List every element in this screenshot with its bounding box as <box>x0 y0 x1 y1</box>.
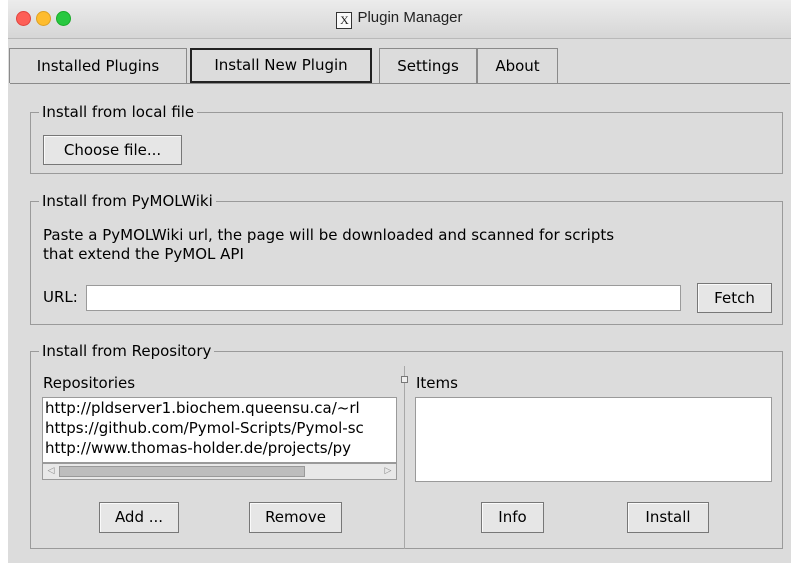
window-title-area: X Plugin Manager <box>8 9 791 29</box>
url-label: URL: <box>43 288 78 306</box>
tab-about[interactable]: About <box>477 48 558 83</box>
tab-installed-plugins[interactable]: Installed Plugins <box>9 48 187 83</box>
tab-label: Installed Plugins <box>36 57 160 75</box>
scroll-right-icon[interactable]: ▷ <box>381 465 395 478</box>
local-file-group: Install from local file Choose file... <box>30 103 783 174</box>
items-label: Items <box>416 374 458 392</box>
pane-sash[interactable] <box>404 366 405 549</box>
add-repository-button[interactable]: Add ... <box>99 502 179 533</box>
description-line: that extend the PyMOL API <box>43 245 244 263</box>
sash-handle[interactable] <box>401 376 408 383</box>
tab-label: Install New Plugin <box>214 56 348 74</box>
pymolwiki-description: Paste a PyMOLWiki url, the page will be … <box>43 226 614 264</box>
list-item[interactable]: https://github.com/Pymol-Scripts/Pymol-s… <box>43 418 396 438</box>
repositories-label: Repositories <box>43 374 136 392</box>
scroll-left-icon[interactable]: ◁ <box>44 465 58 478</box>
repositories-horizontal-scrollbar[interactable]: ◁ ▷ <box>42 463 397 480</box>
items-list[interactable] <box>415 397 772 482</box>
description-line: Paste a PyMOLWiki url, the page will be … <box>43 226 615 244</box>
scrollbar-thumb[interactable] <box>59 466 305 477</box>
repositories-list[interactable]: http://pldserver1.biochem.queensu.ca/~rl… <box>42 397 397 463</box>
title-bar[interactable]: X Plugin Manager <box>8 0 791 39</box>
repository-legend: Install from Repository <box>39 342 215 360</box>
repository-group: Install from Repository Repositories htt… <box>30 342 783 549</box>
fetch-button[interactable]: Fetch <box>697 283 772 313</box>
choose-file-button[interactable]: Choose file... <box>43 135 182 165</box>
plugin-manager-window: X Plugin Manager Installed Plugins Instal… <box>8 0 791 563</box>
install-button[interactable]: Install <box>627 502 709 533</box>
tab-install-new-plugin[interactable]: Install New Plugin <box>190 48 372 83</box>
remove-repository-button[interactable]: Remove <box>249 502 342 533</box>
local-file-legend: Install from local file <box>39 103 198 121</box>
info-button[interactable]: Info <box>481 502 544 533</box>
tab-label: About <box>495 57 540 75</box>
window-title: Plugin Manager <box>357 9 463 26</box>
url-input[interactable] <box>86 285 681 311</box>
tab-label: Settings <box>397 57 459 75</box>
x11-icon: X <box>336 12 353 29</box>
list-item[interactable]: http://www.thomas-holder.de/projects/py <box>43 438 396 458</box>
pymolwiki-legend: Install from PyMOLWiki <box>39 192 216 210</box>
list-item[interactable]: http://pldserver1.biochem.queensu.ca/~rl <box>43 398 396 418</box>
pymolwiki-group: Install from PyMOLWiki Paste a PyMOLWiki… <box>30 192 783 325</box>
install-new-plugin-panel: Install from local file Choose file... I… <box>10 83 790 554</box>
tab-settings[interactable]: Settings <box>379 48 477 83</box>
